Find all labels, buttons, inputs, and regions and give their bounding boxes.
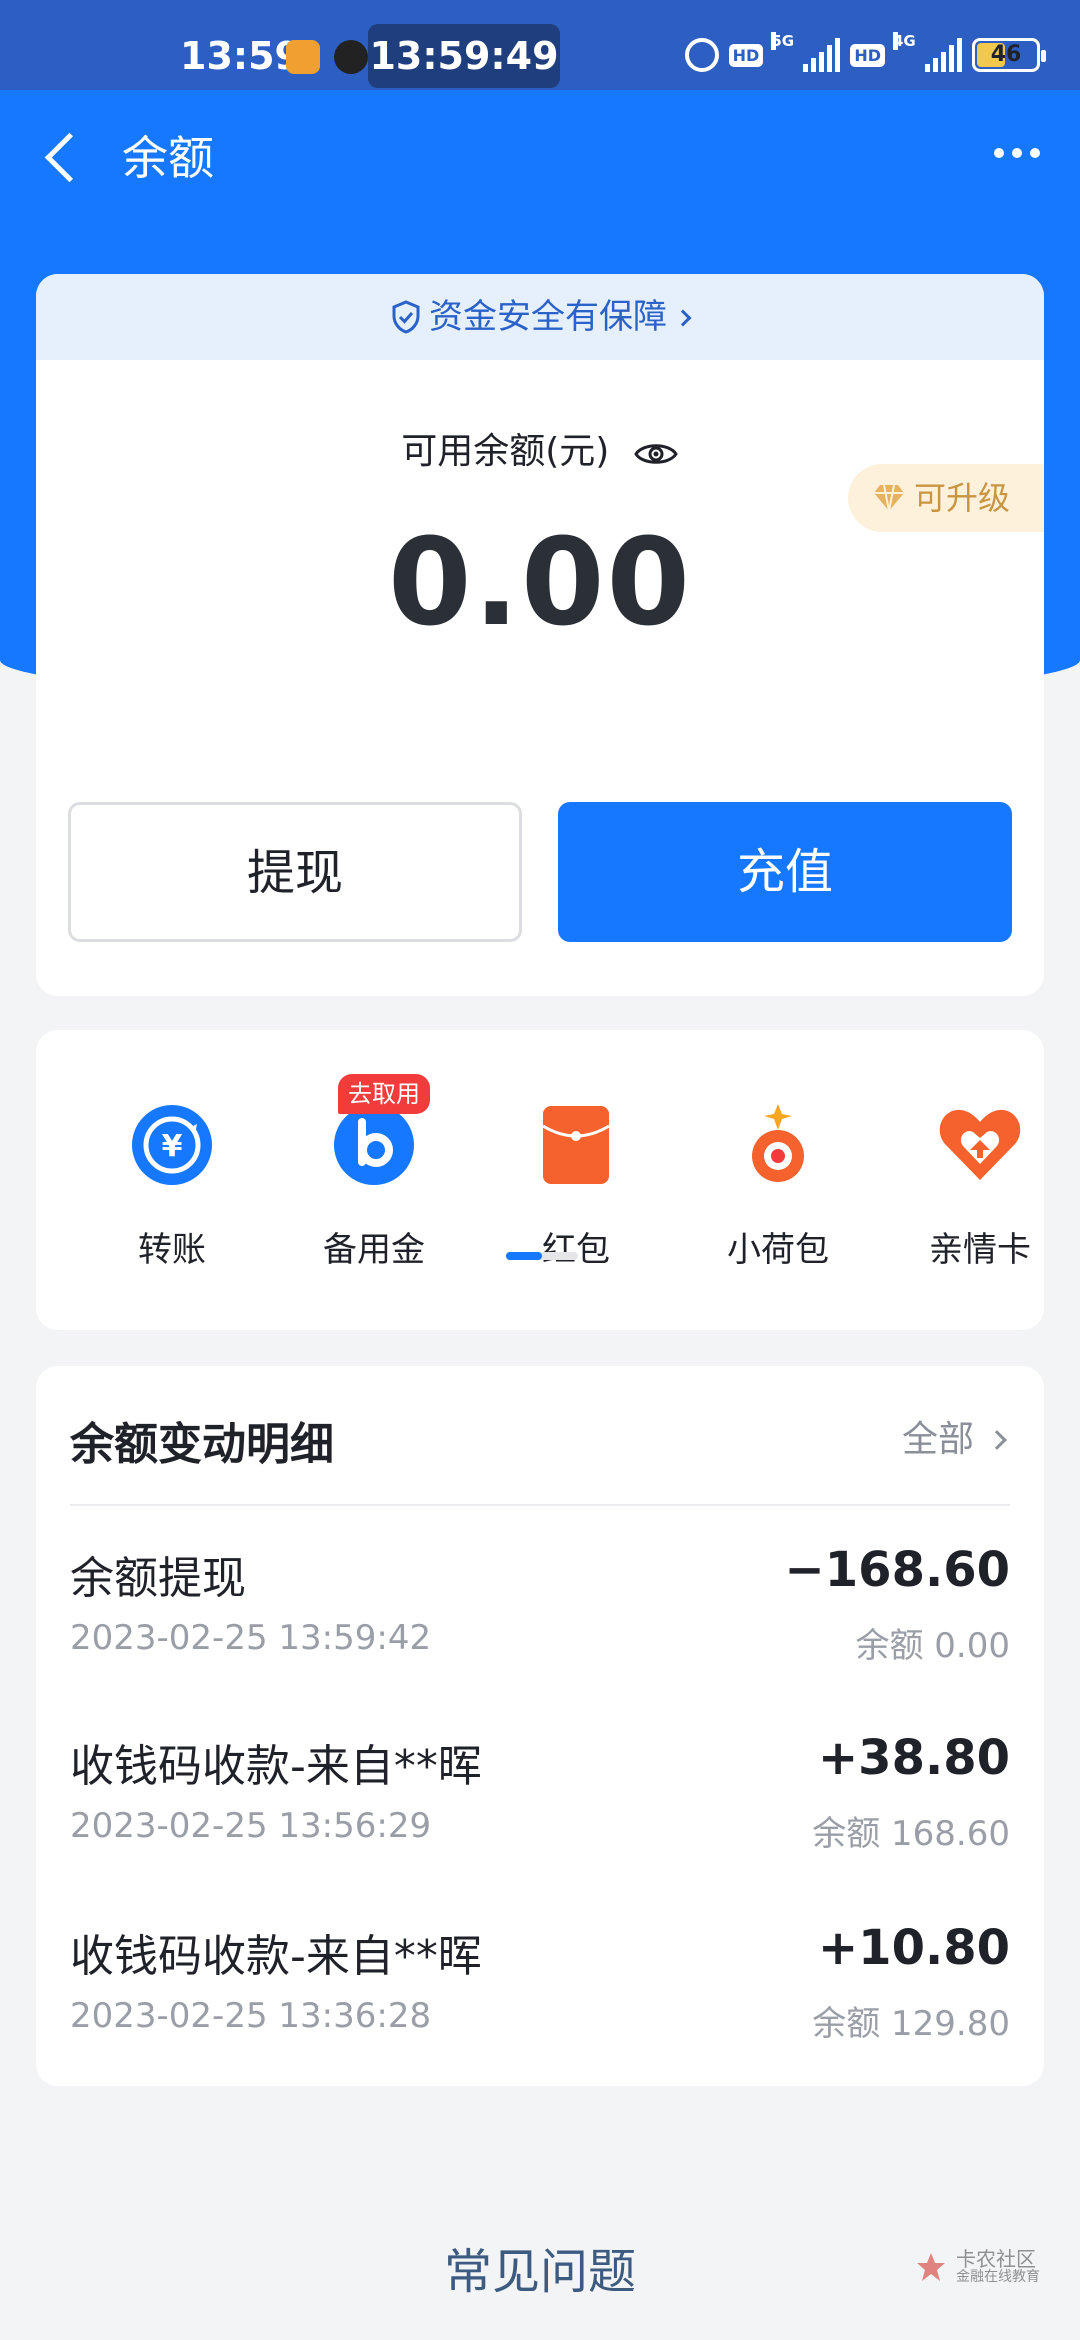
balance-amount: 0.00 <box>387 514 693 653</box>
watermark-line1: 卡农社区 <box>956 2247 1036 2271</box>
transactions-card: 余额变动明细 全部 余额提现 2023-02-25 13:59:42 −168.… <box>36 1366 1044 2086</box>
transaction-name: 余额提现 <box>70 1553 246 1604</box>
network-4g-label: 4G <box>893 32 916 50</box>
page-title: 余额 <box>122 131 214 185</box>
transaction-name: 收钱码收款-来自**晖 <box>70 1741 482 1792</box>
transaction-row[interactable]: 收钱码收款-来自**晖 2023-02-25 13:36:28 +10.80 余… <box>70 1920 1010 2090</box>
recharge-button[interactable]: 充值 <box>558 802 1012 942</box>
transfer-icon: ¥ <box>132 1105 212 1185</box>
watermark-line2: 金融在线教育 <box>956 2269 1040 2285</box>
diamond-icon <box>874 484 904 512</box>
transactions-title: 余额变动明细 <box>70 1419 334 1470</box>
shortcuts-card: ¥ 转账 备用金 去取用 红包 小荷包 亲情卡 <box>36 1030 1044 1330</box>
security-banner[interactable]: 资金安全有保障 <box>36 274 1044 360</box>
shortcut-transfer[interactable]: ¥ 转账 <box>92 1100 252 1271</box>
shortcut-reserve-fund[interactable]: 备用金 <box>294 1100 454 1271</box>
divider <box>70 1504 1010 1506</box>
family-card-icon <box>939 1109 1021 1180</box>
watermark: 卡农社区 金融在线教育 <box>914 2248 1040 2285</box>
shortcut-family-card[interactable]: 亲情卡 <box>900 1100 1060 1271</box>
eye-icon[interactable] <box>633 439 679 469</box>
shortcut-label: 红包 <box>542 1230 610 1270</box>
security-text: 资金安全有保障 <box>429 297 667 337</box>
watermark-logo-icon <box>917 2252 945 2281</box>
balance-card: 资金安全有保障 可用余额(元) 可升级 0.00 提现 充值 <box>36 274 1044 996</box>
svg-text:¥: ¥ <box>162 1129 183 1164</box>
red-packet-icon <box>542 1106 610 1184</box>
transaction-amount: +38.80 <box>817 1730 1010 1786</box>
shortcut-label: 转账 <box>138 1230 206 1270</box>
page-indicator-active <box>506 1252 542 1260</box>
more-options-icon[interactable] <box>994 148 1040 158</box>
chevron-right-icon <box>987 1430 1007 1450</box>
transaction-row[interactable]: 余额提现 2023-02-25 13:59:42 −168.60 余额 0.00 <box>70 1542 1010 1712</box>
transaction-time: 2023-02-25 13:36:28 <box>70 1996 432 2036</box>
app-notification-icon <box>286 40 320 74</box>
shield-icon <box>392 300 420 334</box>
shortcut-label: 小荷包 <box>727 1230 829 1270</box>
transaction-row[interactable]: 收钱码收款-来自**晖 2023-02-25 13:56:29 +38.80 余… <box>70 1730 1010 1900</box>
shortcut-small-pouch[interactable]: 小荷包 <box>698 1100 858 1271</box>
alarm-icon <box>684 38 719 72</box>
filter-all-label: 全部 <box>901 1419 974 1460</box>
network-5g-label: 5G <box>771 32 795 50</box>
transaction-amount: −168.60 <box>784 1542 1010 1598</box>
status-bar: 13:59 13:59:49 HD 5G HD 4G 46 <box>0 0 1080 90</box>
signal-5g-icon: 5G <box>771 32 841 72</box>
shortcut-label: 亲情卡 <box>929 1230 1031 1270</box>
promo-badge[interactable]: 去取用 <box>338 1074 430 1114</box>
chevron-right-icon <box>674 309 692 327</box>
back-arrow-icon[interactable] <box>44 128 84 184</box>
small-pouch-icon <box>752 1104 804 1182</box>
transaction-amount: +10.80 <box>817 1920 1010 1976</box>
upgrade-label: 可升级 <box>914 479 1011 517</box>
battery-icon: 46 <box>972 38 1046 72</box>
hd-badge-2: HD <box>850 43 885 67</box>
filter-all-button[interactable]: 全部 <box>901 1410 1007 1462</box>
withdraw-button[interactable]: 提现 <box>68 802 522 942</box>
clock-overlay: 13:59:49 <box>368 24 560 88</box>
status-time: 13:59 <box>180 34 301 78</box>
transaction-name: 收钱码收款-来自**晖 <box>70 1931 482 1982</box>
balance-label: 可用余额(元) <box>401 431 610 472</box>
camera-notification-icon <box>334 40 368 74</box>
transaction-time: 2023-02-25 13:56:29 <box>70 1806 432 1846</box>
hd-badge: HD <box>728 43 764 67</box>
transaction-time: 2023-02-25 13:59:42 <box>70 1618 432 1658</box>
page-indicator <box>506 1252 578 1260</box>
shortcut-red-packet[interactable]: 红包 <box>496 1100 656 1271</box>
battery-level: 46 <box>990 42 1022 67</box>
signal-4g-icon: 4G <box>893 32 962 72</box>
transaction-balance: 余额 0.00 <box>855 1626 1010 1666</box>
shortcut-label: 备用金 <box>323 1230 425 1270</box>
transaction-balance: 余额 168.60 <box>812 1814 1010 1854</box>
status-icons: HD 5G HD 4G 46 <box>684 32 1046 72</box>
transaction-balance: 余额 129.80 <box>812 2004 1010 2044</box>
